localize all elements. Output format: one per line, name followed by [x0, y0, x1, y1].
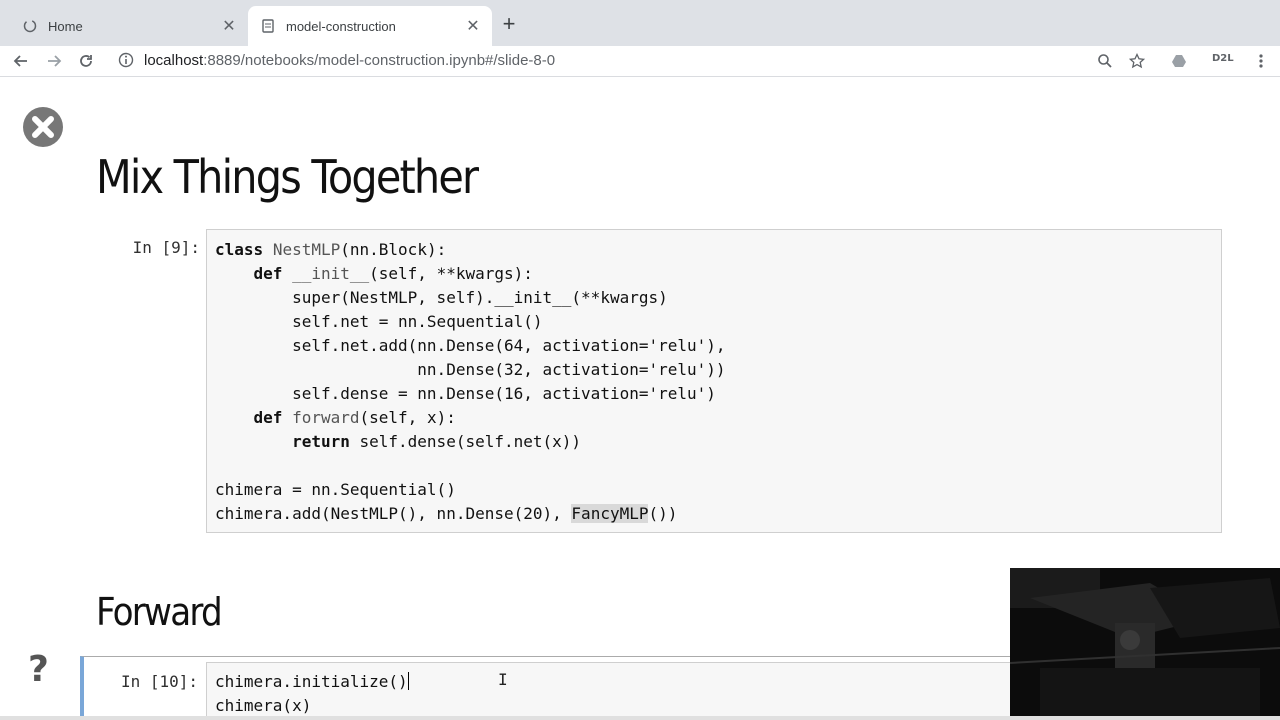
text-cursor-icon: I: [498, 670, 508, 689]
browser-toolbar: localhost:8889/notebooks/model-construct…: [0, 46, 1280, 77]
bookmark-star-icon[interactable]: [1126, 50, 1148, 72]
cell-prompt: In [9]:: [132, 238, 200, 257]
reload-icon[interactable]: [75, 50, 97, 72]
close-tab-icon[interactable]: ✕: [464, 17, 482, 35]
menu-kebab-icon[interactable]: [1250, 50, 1272, 72]
url-path: :8889/notebooks/model-construction.ipynb…: [203, 51, 556, 69]
close-tab-icon[interactable]: ✕: [220, 17, 238, 35]
address-bar[interactable]: localhost:8889/notebooks/model-construct…: [110, 46, 1160, 74]
forward-icon[interactable]: [43, 50, 65, 72]
tab-home[interactable]: Home ✕: [8, 6, 248, 46]
site-info-icon[interactable]: [118, 52, 134, 68]
caret: [407, 672, 409, 690]
tab-title: model-construction: [286, 18, 396, 34]
help-icon[interactable]: ?: [28, 652, 58, 688]
notebook-favicon-icon: [260, 18, 276, 34]
new-tab-button[interactable]: +: [500, 13, 518, 35]
webcam-overlay: [1010, 568, 1280, 720]
d2l-extension-icon[interactable]: D2L: [1212, 53, 1234, 64]
window-bottom-edge: [0, 716, 1280, 720]
jupyter-favicon-icon: [22, 18, 38, 34]
section-title: Forward: [96, 590, 223, 634]
code-editor[interactable]: chimera.initialize() chimera(x): [215, 670, 409, 718]
zoom-icon[interactable]: [1094, 50, 1116, 72]
back-icon[interactable]: [10, 50, 32, 72]
code-cell[interactable]: chimera.initialize() chimera(x): [206, 662, 1026, 720]
extension-drive-icon[interactable]: [1168, 50, 1190, 72]
tab-model-construction[interactable]: model-construction ✕: [248, 6, 492, 46]
code-editor[interactable]: class NestMLP(nn.Block): def __init__(se…: [215, 238, 726, 526]
cell-prompt: In [10]:: [120, 672, 198, 691]
tab-strip: Home ✕ model-construction ✕ +: [0, 0, 1280, 46]
url-host: localhost: [144, 51, 204, 69]
tab-title: Home: [48, 18, 83, 34]
code-cell[interactable]: class NestMLP(nn.Block): def __init__(se…: [206, 229, 1222, 533]
slide-title: Mix Things Together: [96, 150, 479, 204]
close-slideshow-icon[interactable]: [22, 106, 64, 148]
